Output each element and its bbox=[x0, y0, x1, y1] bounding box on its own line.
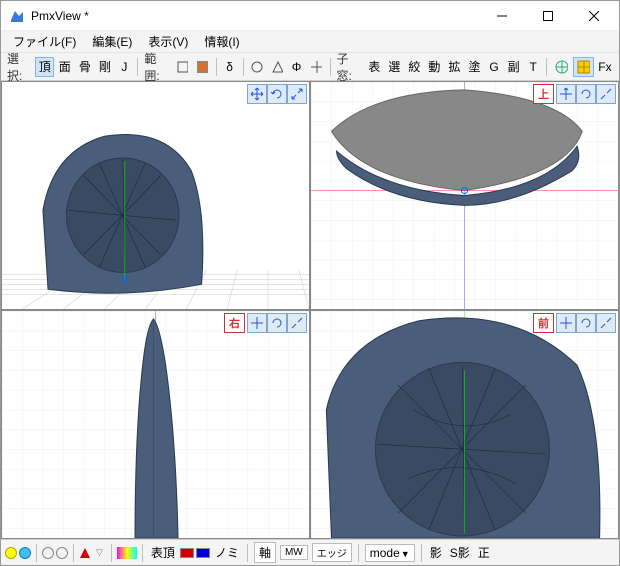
separator bbox=[111, 544, 112, 562]
status-dot-cyan[interactable] bbox=[19, 547, 31, 559]
select-label: 選択: bbox=[5, 50, 34, 84]
edge-button[interactable]: エッジ bbox=[312, 543, 352, 562]
separator bbox=[142, 544, 143, 562]
titlebar: PmxView * bbox=[1, 1, 619, 31]
viewport-canvas bbox=[2, 82, 309, 309]
fx-button[interactable]: Fx bbox=[595, 57, 615, 77]
childwin-label: 子窓: bbox=[335, 50, 364, 84]
cw-select-button[interactable]: 選 bbox=[385, 57, 404, 77]
separator bbox=[421, 544, 422, 562]
cw-surface-button[interactable]: 表 bbox=[365, 57, 384, 77]
zoom-icon[interactable] bbox=[596, 84, 616, 104]
cross-button[interactable] bbox=[307, 57, 326, 77]
triangle-fill-icon[interactable] bbox=[79, 547, 91, 559]
rotate-icon[interactable] bbox=[576, 84, 596, 104]
range-label: 範囲: bbox=[142, 50, 171, 84]
window-buttons bbox=[479, 1, 617, 31]
separator bbox=[330, 58, 331, 76]
rotate-icon[interactable] bbox=[267, 84, 287, 104]
separator bbox=[243, 58, 244, 76]
ortho-button[interactable]: 正 bbox=[475, 544, 493, 561]
viewport-front[interactable]: 前 bbox=[311, 311, 618, 538]
view-label-top: 上 bbox=[533, 84, 554, 104]
quad-view-button[interactable] bbox=[573, 57, 594, 77]
toolbar: 選択: 頂 面 骨 剛 J 範囲: δ Φ 子窓: 表 選 絞 動 拡 塗 G … bbox=[1, 53, 619, 81]
status-circle-button[interactable] bbox=[42, 547, 54, 559]
viewport-right[interactable]: 右 bbox=[2, 311, 309, 538]
view-label-right: 右 bbox=[224, 313, 245, 333]
window-title: PmxView * bbox=[31, 9, 479, 23]
separator bbox=[247, 544, 248, 562]
range-color-button[interactable] bbox=[193, 57, 212, 77]
axis-button[interactable]: 軸 bbox=[254, 542, 276, 563]
range-rect-button[interactable] bbox=[173, 57, 192, 77]
viewport-canvas bbox=[311, 82, 618, 309]
select-vertex-button[interactable]: 頂 bbox=[35, 57, 54, 77]
statusbar: ▽ 表頂 ノミ 軸 MW エッジ mode▼ 影 S影 正 bbox=[1, 539, 619, 565]
viewport-tools: 右 bbox=[224, 313, 307, 333]
select-joint-button[interactable]: J bbox=[115, 57, 133, 77]
viewport-tools bbox=[247, 84, 307, 104]
viewport-grid: 上 右 bbox=[1, 81, 619, 539]
separator bbox=[358, 544, 359, 562]
cw-scale-button[interactable]: 拡 bbox=[445, 57, 464, 77]
pan-icon[interactable] bbox=[556, 84, 576, 104]
menu-info[interactable]: 情報(I) bbox=[196, 30, 247, 53]
pan-icon[interactable] bbox=[556, 313, 576, 333]
viewport-tools: 上 bbox=[533, 84, 616, 104]
maximize-button[interactable] bbox=[525, 1, 571, 31]
app-icon bbox=[9, 8, 25, 24]
delta-button[interactable]: δ bbox=[221, 57, 239, 77]
viewport-perspective[interactable] bbox=[2, 82, 309, 309]
swatch-red[interactable] bbox=[180, 548, 194, 558]
cw-paint-button[interactable]: 塗 bbox=[465, 57, 484, 77]
shadow-button[interactable]: 影 bbox=[427, 544, 445, 561]
surface-top-button[interactable]: 表頂 bbox=[148, 544, 178, 561]
view-label-front: 前 bbox=[533, 313, 554, 333]
viewport-tools: 前 bbox=[533, 313, 616, 333]
separator bbox=[546, 58, 547, 76]
pan-icon[interactable] bbox=[247, 84, 267, 104]
sshadow-button[interactable]: S影 bbox=[447, 544, 473, 561]
pan-icon[interactable] bbox=[247, 313, 267, 333]
menubar: ファイル(F) 編集(E) 表示(V) 情報(I) bbox=[1, 31, 619, 53]
cw-move-button[interactable]: 動 bbox=[425, 57, 444, 77]
separator bbox=[137, 58, 138, 76]
nomi-button[interactable]: ノミ bbox=[212, 544, 242, 561]
minimize-button[interactable] bbox=[479, 1, 525, 31]
phi-button[interactable]: Φ bbox=[288, 57, 306, 77]
menu-edit[interactable]: 編集(E) bbox=[84, 30, 140, 53]
viewport-top[interactable]: 上 bbox=[311, 82, 618, 309]
select-bone-button[interactable]: 骨 bbox=[75, 57, 94, 77]
cw-sub-button[interactable]: 副 bbox=[504, 57, 523, 77]
cw-filter-button[interactable]: 絞 bbox=[405, 57, 424, 77]
separator bbox=[36, 544, 37, 562]
triangle-button[interactable] bbox=[268, 57, 287, 77]
zoom-icon[interactable] bbox=[287, 84, 307, 104]
globe-button[interactable] bbox=[551, 57, 572, 77]
circle-button[interactable] bbox=[247, 57, 266, 77]
select-rigid-button[interactable]: 剛 bbox=[95, 57, 114, 77]
separator bbox=[216, 58, 217, 76]
separator bbox=[73, 544, 74, 562]
rotate-icon[interactable] bbox=[267, 313, 287, 333]
status-circle2-button[interactable] bbox=[56, 547, 68, 559]
select-face-button[interactable]: 面 bbox=[55, 57, 74, 77]
rotate-icon[interactable] bbox=[576, 313, 596, 333]
close-button[interactable] bbox=[571, 1, 617, 31]
viewport-canvas bbox=[311, 311, 618, 538]
viewport-canvas bbox=[2, 311, 309, 538]
cw-t-button[interactable]: T bbox=[524, 57, 542, 77]
wire-icon[interactable]: ▽ bbox=[93, 547, 106, 558]
mode-dropdown[interactable]: mode▼ bbox=[365, 544, 415, 562]
cw-g-button[interactable]: G bbox=[485, 57, 503, 77]
zoom-icon[interactable] bbox=[596, 313, 616, 333]
status-dot-yellow[interactable] bbox=[5, 547, 17, 559]
gradient-icon[interactable] bbox=[117, 547, 137, 559]
zoom-icon[interactable] bbox=[287, 313, 307, 333]
swatch-blue[interactable] bbox=[196, 548, 210, 558]
mw-button[interactable]: MW bbox=[280, 545, 308, 560]
